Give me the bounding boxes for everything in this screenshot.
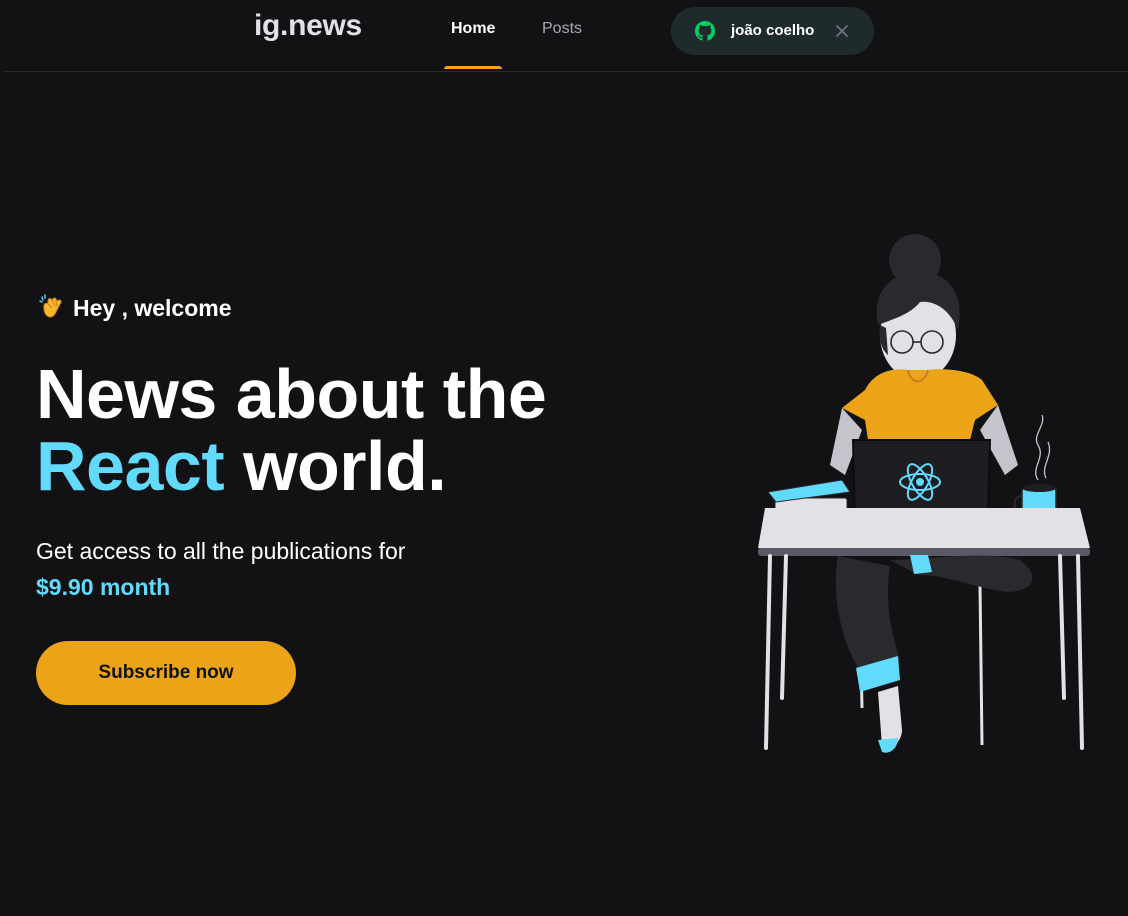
logo[interactable]: ig.news	[254, 9, 362, 43]
active-nav-indicator	[444, 66, 502, 69]
clapping-hands-icon	[39, 294, 62, 318]
woman-coding-illustration	[758, 234, 1090, 753]
nav-link-home[interactable]: Home	[451, 20, 495, 38]
close-icon[interactable]	[833, 22, 851, 40]
site-header: ig.news Home Posts joão coelho	[4, 0, 1128, 72]
user-name: joão coelho	[731, 22, 815, 39]
price-label: $9.90 month	[36, 574, 171, 600]
nav-link-posts[interactable]: Posts	[542, 20, 582, 38]
hero-greeting: Hey , welcome	[38, 292, 232, 322]
greeting-text: Hey , welcome	[73, 295, 232, 321]
hero-description: Get access to all the publications for $…	[36, 533, 405, 605]
github-signin-button[interactable]: joão coelho	[671, 7, 874, 55]
github-icon	[695, 21, 715, 41]
subscribe-button[interactable]: Subscribe now	[36, 641, 296, 705]
hero-title-accent: React	[36, 427, 225, 505]
hero-title-line1: News about the	[36, 355, 547, 433]
hero-title-rest: world.	[224, 427, 447, 505]
hero-title: News about the React world.	[36, 355, 547, 505]
description-text: Get access to all the publications for	[36, 538, 406, 564]
